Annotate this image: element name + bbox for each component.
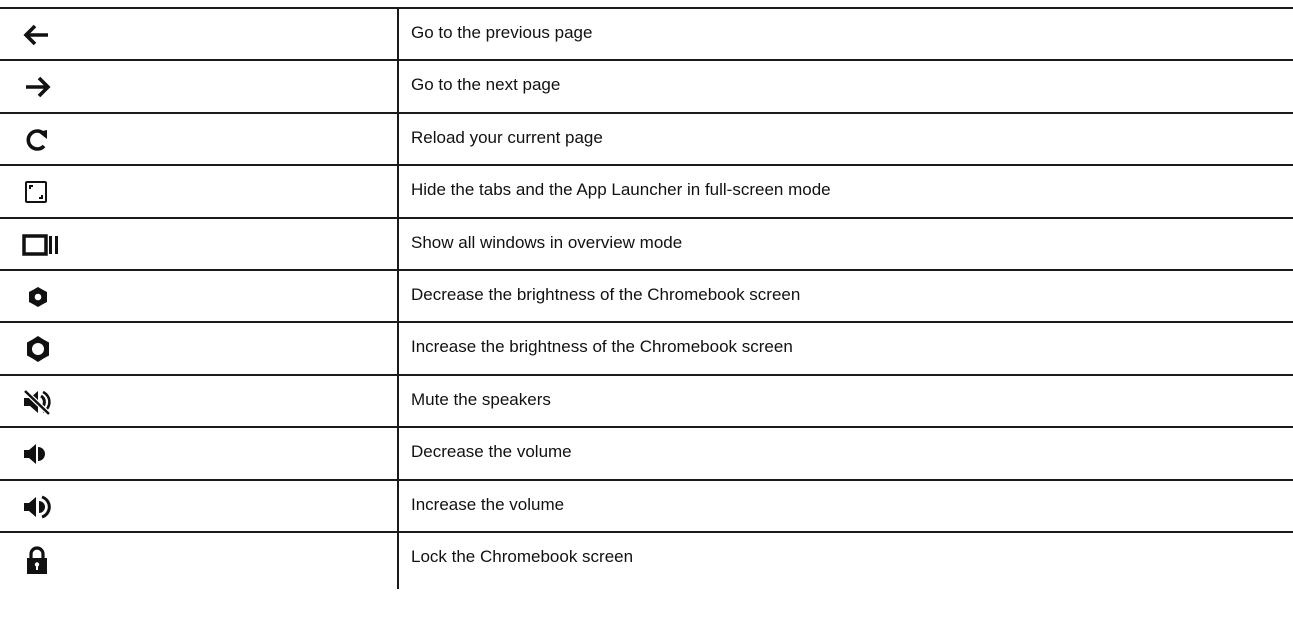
icon-cell [0, 268, 399, 323]
description-cell: Go to the next page [398, 59, 1293, 113]
table-row: Mute the speakers [0, 373, 1293, 428]
description-cell: Reload your current page [398, 111, 1293, 166]
icon-cell [0, 373, 399, 428]
icon-cell [0, 6, 399, 61]
overview-mode-icon [22, 231, 58, 259]
table-row: Show all windows in overview mode [0, 216, 1293, 270]
icon-cell [0, 59, 399, 113]
lock-icon [22, 545, 54, 574]
description-cell: Mute the speakers [398, 373, 1293, 428]
table-row: Go to the next page [0, 59, 1293, 113]
table-row: Hide the tabs and the App Launcher in fu… [0, 164, 1293, 218]
table-row: Decrease the volume [0, 426, 1293, 480]
forward-arrow-icon [22, 73, 54, 101]
description-cell: Decrease the brightness of the Chromeboo… [398, 268, 1293, 323]
brightness-up-icon [22, 335, 54, 363]
description-cell: Lock the Chromebook screen [398, 530, 1293, 589]
table-row: Reload your current page [0, 111, 1293, 166]
mute-icon [22, 388, 54, 416]
volume-down-icon [22, 440, 54, 468]
description-cell: Go to the previous page [398, 6, 1293, 61]
icon-cell [0, 216, 399, 270]
back-arrow-icon [22, 21, 54, 49]
description-cell: Increase the brightness of the Chromeboo… [398, 321, 1293, 375]
icon-cell [0, 111, 399, 166]
description-cell: Decrease the volume [398, 426, 1293, 480]
refresh-icon [22, 126, 54, 154]
description-cell: Hide the tabs and the App Launcher in fu… [398, 164, 1293, 218]
table-row: Lock the Chromebook screen [0, 530, 1293, 589]
description-cell: Increase the volume [398, 478, 1293, 532]
volume-up-icon [22, 493, 54, 521]
icon-cell [0, 530, 399, 589]
icon-cell [0, 426, 399, 480]
table-row: Increase the brightness of the Chromeboo… [0, 321, 1293, 375]
full-screen-icon [22, 178, 54, 206]
icon-cell [0, 164, 399, 218]
table-row: Decrease the brightness of the Chromeboo… [0, 268, 1293, 323]
table-row: Increase the volume [0, 478, 1293, 532]
icon-cell [0, 478, 399, 532]
icon-cell [0, 321, 399, 375]
table-row: Go to the previous page [0, 6, 1293, 61]
keyboard-shortcut-table: Go to the previous page Go to the next p… [0, 6, 1293, 589]
description-cell: Show all windows in overview mode [398, 216, 1293, 270]
brightness-down-icon [22, 283, 54, 311]
